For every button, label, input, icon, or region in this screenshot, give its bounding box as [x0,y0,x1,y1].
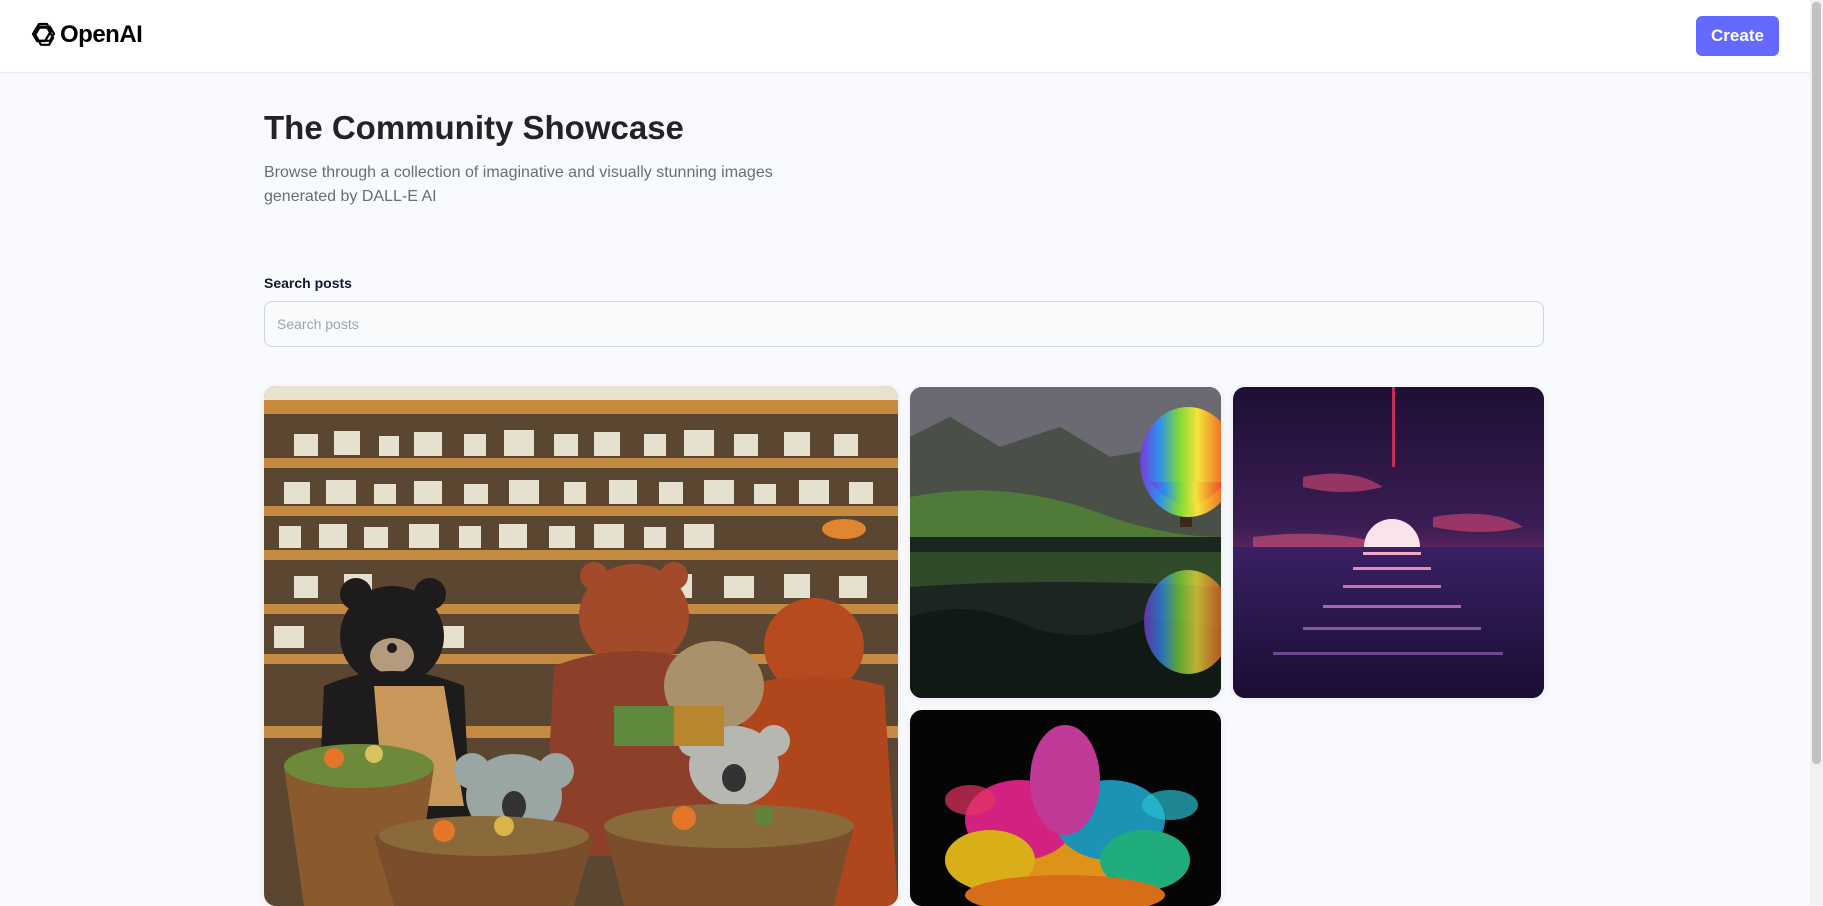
gallery-card-color-explosion[interactable] [910,710,1221,906]
page-subtitle: Browse through a collection of imaginati… [264,164,773,205]
search-input[interactable] [264,301,1544,347]
brand-name: OpenAI [60,21,143,48]
page-scrollbar[interactable] [1810,0,1823,905]
brand-logo-link[interactable]: OpenAI [27,20,143,50]
create-button[interactable]: Create [1696,16,1779,56]
gallery-card-bears-market[interactable] [264,386,898,906]
page-title: The Community Showcase [264,109,684,146]
gallery-card-hot-air-balloon[interactable] [910,387,1221,698]
scrollbar-thumb[interactable] [1812,2,1821,764]
bears-market-image [264,386,898,906]
sunset-image [1233,387,1544,698]
top-navigation-bar: OpenAI Create [0,0,1810,73]
hot-air-balloon-image [910,387,1221,698]
gallery-card-sunset[interactable] [1233,387,1544,698]
search-label: Search posts [264,275,352,291]
openai-logo-icon [31,22,56,46]
color-explosion-image [910,710,1221,906]
